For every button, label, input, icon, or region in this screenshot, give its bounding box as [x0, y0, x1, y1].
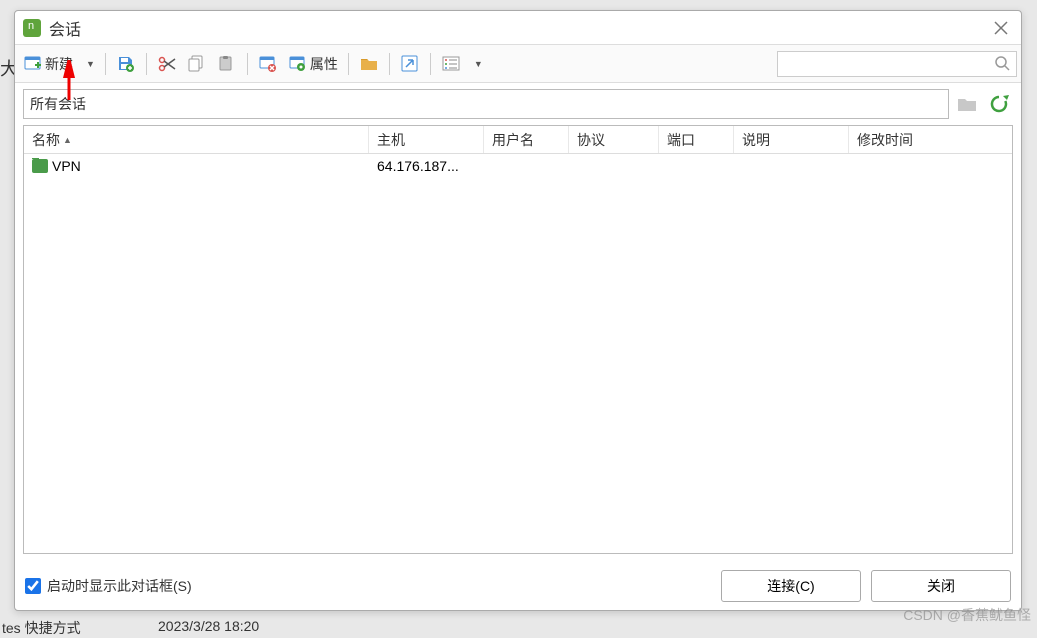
close-icon[interactable]	[989, 16, 1013, 40]
sort-asc-icon: ▲	[63, 135, 72, 145]
delete-icon	[258, 54, 278, 74]
view-dropdown[interactable]: ▼	[467, 50, 487, 78]
folder-icon	[32, 159, 48, 173]
shortcut-button[interactable]	[396, 50, 424, 78]
copy-button[interactable]	[183, 50, 211, 78]
refresh-button[interactable]	[985, 89, 1013, 119]
separator	[348, 53, 349, 75]
titlebar: 会话	[15, 11, 1021, 45]
gear-icon	[288, 54, 308, 74]
save-icon	[116, 54, 136, 74]
background-text: tes 快捷方式	[2, 618, 81, 638]
column-host[interactable]: 主机	[369, 126, 484, 153]
properties-button[interactable]: 属性	[284, 50, 342, 78]
paste-button[interactable]	[213, 50, 241, 78]
column-protocol[interactable]: 协议	[569, 126, 659, 153]
chevron-down-icon: ▼	[474, 59, 483, 69]
breadcrumb-path: 所有会话	[30, 94, 86, 114]
cell-host: 64.176.187...	[369, 158, 484, 174]
column-mtime[interactable]: 修改时间	[849, 126, 1012, 153]
window-title: 会话	[49, 16, 989, 40]
chevron-down-icon: ▼	[86, 59, 95, 69]
show-on-start-checkbox[interactable]	[25, 578, 41, 594]
cell-name: VPN	[24, 158, 369, 174]
background-date: 2023/3/28 18:20	[158, 618, 259, 634]
folder-icon	[359, 54, 379, 74]
search-box	[777, 51, 1017, 77]
new-button[interactable]: 新建	[19, 50, 77, 78]
search-icon[interactable]	[994, 55, 1012, 73]
list-header: 名称▲ 主机 用户名 协议 端口 说明 修改时间	[24, 126, 1012, 154]
properties-label: 属性	[310, 54, 338, 74]
dialog-footer: 启动时显示此对话框(S) 连接(C) 关闭	[15, 562, 1021, 610]
list-body: VPN 64.176.187...	[24, 154, 1012, 553]
list-view-icon	[441, 54, 461, 74]
paste-icon	[217, 54, 237, 74]
cut-button[interactable]	[153, 50, 181, 78]
connect-button[interactable]: 连接(C)	[721, 570, 861, 602]
show-on-start-label[interactable]: 启动时显示此对话框(S)	[47, 576, 192, 596]
new-button-label: 新建	[45, 54, 73, 74]
column-name[interactable]: 名称▲	[24, 126, 369, 153]
sessions-dialog: 会话 新建 ▼	[14, 10, 1022, 611]
separator	[105, 53, 106, 75]
table-row[interactable]: VPN 64.176.187...	[24, 154, 1012, 178]
new-session-icon	[23, 54, 43, 74]
scissors-icon	[157, 54, 177, 74]
delete-button[interactable]	[254, 50, 282, 78]
separator	[146, 53, 147, 75]
save-button[interactable]	[112, 50, 140, 78]
breadcrumb-row: 所有会话	[23, 89, 1013, 119]
separator	[247, 53, 248, 75]
separator	[389, 53, 390, 75]
column-user[interactable]: 用户名	[484, 126, 569, 153]
search-input[interactable]	[782, 56, 994, 71]
folder-button[interactable]	[355, 50, 383, 78]
session-list: 名称▲ 主机 用户名 协议 端口 说明 修改时间 VPN 64.176.187.…	[23, 125, 1013, 554]
column-port[interactable]: 端口	[659, 126, 734, 153]
shortcut-icon	[400, 54, 420, 74]
toolbar: 新建 ▼	[15, 45, 1021, 83]
copy-icon	[187, 54, 207, 74]
breadcrumb[interactable]: 所有会话	[23, 89, 949, 119]
close-button[interactable]: 关闭	[871, 570, 1011, 602]
column-desc[interactable]: 说明	[734, 126, 849, 153]
separator	[430, 53, 431, 75]
body-area: 所有会话 名称▲ 主机 用户名 协议 端口 说明 修改时间	[15, 83, 1021, 562]
new-dropdown[interactable]: ▼	[79, 50, 99, 78]
folder-browse-button[interactable]	[953, 89, 981, 119]
view-button[interactable]	[437, 50, 465, 78]
app-icon	[23, 19, 41, 37]
